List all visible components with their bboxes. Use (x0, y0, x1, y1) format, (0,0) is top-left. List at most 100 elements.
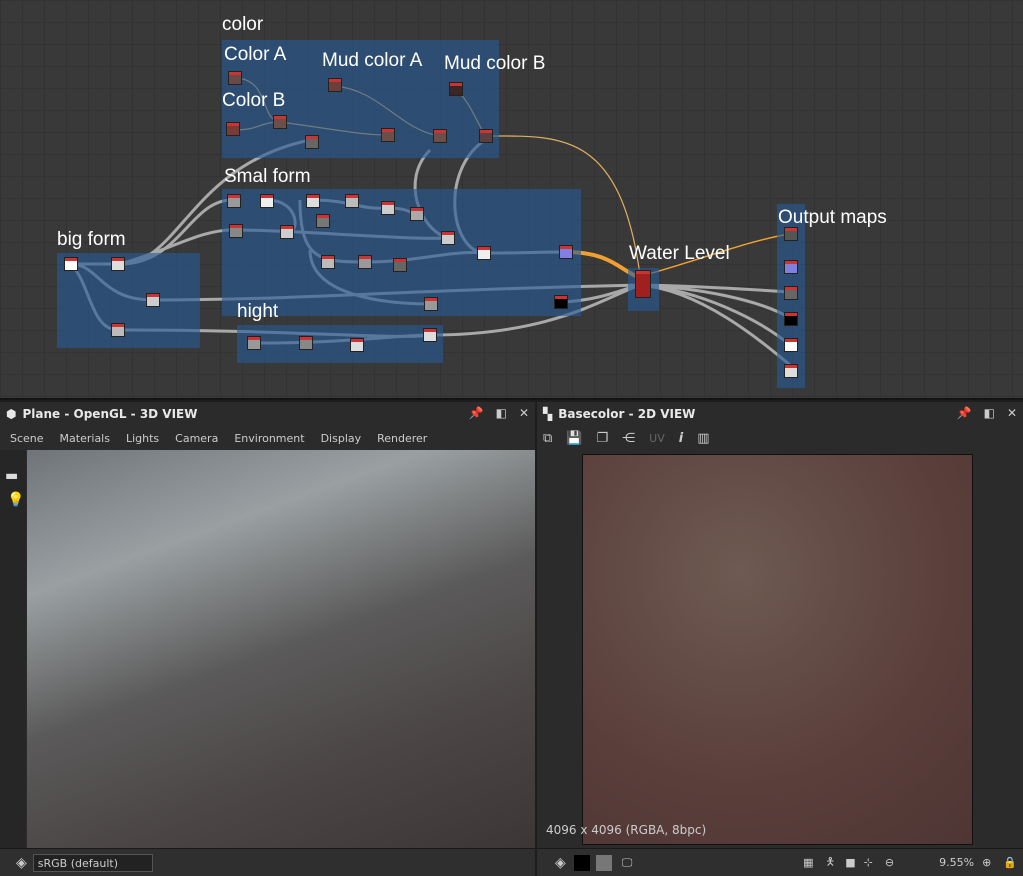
frame-big-form[interactable] (57, 253, 200, 348)
frame-smal-form[interactable] (222, 189, 581, 316)
output-node[interactable] (784, 312, 798, 326)
output-node[interactable] (784, 286, 798, 300)
node-noise[interactable] (321, 255, 335, 269)
menu-environment[interactable]: Environment (226, 432, 312, 445)
save-icon[interactable]: 💾 (566, 431, 582, 446)
menu-camera[interactable]: Camera (167, 432, 226, 445)
node-noise[interactable] (316, 214, 330, 228)
view2d-statusbar: ◈ 🖵 ▦ 🯅 ■ ⊹ ⊖ 9.55% ⊕ 🔒 (537, 848, 1023, 876)
node-blend[interactable] (305, 135, 319, 149)
black-bg-button[interactable] (573, 854, 590, 871)
output-node[interactable] (784, 364, 798, 378)
node-graph[interactable]: color Color A Mud color A Mud color B Co… (0, 0, 1023, 400)
output-node[interactable] (784, 338, 798, 352)
zoom-level[interactable]: 9.55% (894, 856, 974, 869)
layers-icon[interactable]: ◈ (16, 855, 27, 871)
node-water-level[interactable] (635, 270, 651, 298)
checker-bg-button[interactable] (595, 854, 612, 871)
node-blend[interactable] (479, 129, 493, 143)
zoom-out-icon[interactable]: ⊖ (885, 856, 894, 869)
zoom-in-icon[interactable]: ⊕ (982, 856, 991, 869)
histogram-icon[interactable]: ▥ (697, 431, 709, 446)
3d-viewport[interactable] (27, 450, 535, 848)
node-color-b[interactable] (226, 122, 240, 136)
frame-title-smal-form: Smal form (224, 166, 311, 187)
pin-icon[interactable]: 📌 (469, 406, 484, 420)
menu-scene[interactable]: Scene (2, 432, 52, 445)
node-shape[interactable] (64, 257, 78, 271)
grid-icon[interactable]: ▦ (803, 856, 813, 869)
menu-lights[interactable]: Lights (118, 432, 167, 445)
panel-title: Plane - OpenGL - 3D VIEW (22, 407, 198, 421)
graph-icon[interactable]: ⋲ (622, 431, 635, 446)
copy-view-icon[interactable]: ⧉ (543, 431, 552, 446)
uv-dropdown[interactable]: UV (649, 432, 665, 445)
basecolor-texture[interactable] (582, 454, 973, 845)
frame-hight[interactable] (237, 325, 443, 363)
view3d-side-toolbar: ▬ 💡 (0, 450, 26, 848)
node-noise[interactable] (424, 297, 438, 311)
copy-icon[interactable]: ❐ (596, 431, 608, 446)
node-black[interactable] (554, 295, 568, 309)
close-icon[interactable]: ✕ (519, 406, 529, 420)
node-pattern[interactable] (111, 257, 125, 271)
fit-icon[interactable]: ■ (845, 856, 855, 869)
node-noise[interactable] (280, 225, 294, 239)
menu-display[interactable]: Display (313, 432, 370, 445)
panel-2d-view: ▚ Basecolor - 2D VIEW 📌 ◧ ✕ ⧉ 💾 ❐ ⋲ UV i ▥ … (537, 402, 1023, 876)
camera-icon[interactable]: ▬ (5, 468, 26, 484)
node-height[interactable] (299, 336, 313, 350)
display-color-icon[interactable]: 🖵 (622, 856, 633, 870)
menu-materials[interactable]: Materials (52, 432, 118, 445)
output-node[interactable] (784, 227, 798, 241)
frame-title-color-b: Color B (222, 90, 286, 111)
node-noise[interactable] (477, 246, 491, 260)
frame-title-big-form: big form (57, 229, 126, 250)
lock-icon[interactable]: 🔒 (1003, 856, 1017, 869)
frame-title-color: color (222, 14, 264, 35)
node-height[interactable] (350, 338, 364, 352)
menu-renderer[interactable]: Renderer (369, 432, 435, 445)
node-noise[interactable] (358, 255, 372, 269)
node-mud-color-b[interactable] (449, 82, 463, 96)
node-noise[interactable] (306, 194, 320, 208)
center-icon[interactable]: ⊹ (864, 856, 873, 869)
close-icon[interactable]: ✕ (1007, 406, 1017, 420)
panel-3d-view: ⬢ Plane - OpenGL - 3D VIEW 📌 ◧ ✕ Scene Mate… (0, 402, 535, 876)
node-noise[interactable] (229, 224, 243, 238)
node-noise[interactable] (393, 258, 407, 272)
uv-person-icon[interactable]: 🯅 (826, 853, 836, 872)
node-pattern[interactable] (146, 293, 160, 307)
colorspace-select[interactable]: sRGB (default) (32, 853, 153, 872)
view2d-toolbar: ⧉ 💾 ❐ ⋲ UV i ▥ (537, 426, 1023, 450)
panel-title: Basecolor - 2D VIEW (558, 407, 696, 421)
node-noise[interactable] (345, 194, 359, 208)
frame-title-mud-color-b: Mud color B (444, 53, 546, 74)
node-height[interactable] (423, 328, 437, 342)
frame-title-hight: hight (237, 301, 279, 322)
light-icon[interactable]: 💡 (7, 492, 26, 508)
frame-title-mud-color-a: Mud color A (322, 50, 423, 71)
node-noise[interactable] (410, 207, 424, 221)
info-icon[interactable]: i (679, 431, 683, 446)
node-height[interactable] (247, 336, 261, 350)
pin-icon[interactable]: 📌 (957, 406, 972, 420)
node-noise[interactable] (381, 201, 395, 215)
maximize-icon[interactable]: ◧ (984, 406, 995, 420)
node-blend[interactable] (273, 115, 287, 129)
layers-icon[interactable]: ◈ (555, 855, 566, 871)
node-normal[interactable] (559, 245, 573, 259)
node-noise[interactable] (441, 231, 455, 245)
view3d-statusbar: ◈ sRGB (default) (0, 848, 535, 876)
view3d-menu: Scene Materials Lights Camera Environmen… (0, 426, 535, 450)
node-color-a[interactable] (228, 71, 242, 85)
node-noise[interactable] (227, 194, 241, 208)
node-noise[interactable] (260, 194, 274, 208)
maximize-icon[interactable]: ◧ (496, 406, 507, 420)
node-pattern[interactable] (111, 323, 125, 337)
frame-title-output-maps: Output maps (778, 207, 887, 228)
node-blend[interactable] (381, 128, 395, 142)
node-mud-color-a[interactable] (328, 78, 342, 92)
output-node[interactable] (784, 260, 798, 274)
node-blend[interactable] (433, 129, 447, 143)
